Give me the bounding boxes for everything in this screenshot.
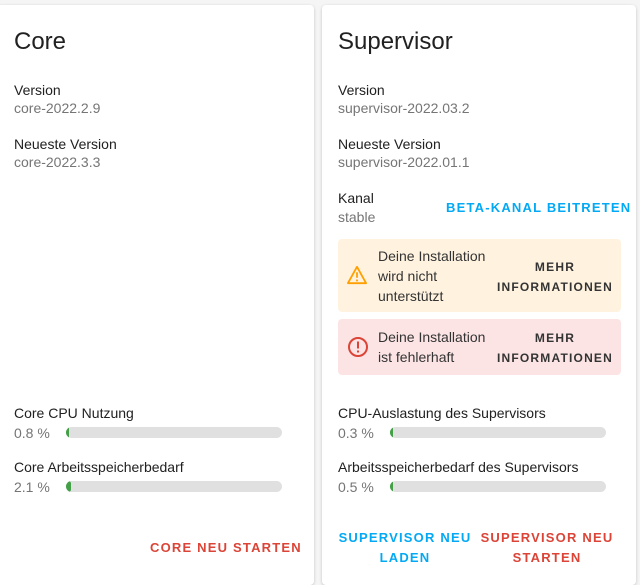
unhealthy-text: Deine Installation ist fehlerhaft xyxy=(378,329,486,365)
core-latest-label: Neueste Version xyxy=(14,136,117,152)
unhealthy-more-info-button[interactable]: MEHR INFORMATIONEN xyxy=(488,328,622,368)
supervisor-mem-label: Arbeitsspeicherbedarf des Supervisors xyxy=(338,459,579,475)
supervisor-reload-button[interactable]: SUPERVISOR NEU LADEN xyxy=(338,528,472,568)
supervisor-cpu-value: 0.3 % xyxy=(338,425,374,441)
join-beta-button[interactable]: BETA-KANAL BEITRETEN xyxy=(446,198,630,218)
core-title: Core xyxy=(14,28,67,55)
supervisor-mem-bar xyxy=(390,481,606,492)
error-icon xyxy=(348,337,368,357)
supervisor-cpu-label: CPU-Auslastung des Supervisors xyxy=(338,405,546,421)
core-restart-button[interactable]: CORE NEU STARTEN xyxy=(150,538,301,558)
supervisor-version-label: Version xyxy=(338,82,385,98)
warning-icon xyxy=(346,265,367,285)
core-mem-value: 2.1 % xyxy=(14,479,50,495)
core-cpu-bar xyxy=(66,427,282,438)
unsupported-more-info-button[interactable]: MEHR INFORMATIONEN xyxy=(488,257,622,297)
supervisor-restart-button[interactable]: SUPERVISOR NEU STARTEN xyxy=(480,528,614,568)
core-cpu-value: 0.8 % xyxy=(14,425,50,441)
unhealthy-alert: Deine Installation ist fehlerhaft MEHR INF… xyxy=(338,319,621,375)
supervisor-cpu-bar xyxy=(390,427,606,438)
core-version: core-2022.2.9 xyxy=(14,100,101,116)
core-version-label: Version xyxy=(14,82,61,98)
supervisor-title: Supervisor xyxy=(338,28,453,55)
core-mem-bar xyxy=(66,481,282,492)
supervisor-version: supervisor-2022.03.2 xyxy=(338,100,470,116)
channel-label: Kanal xyxy=(338,190,374,206)
supervisor-latest: supervisor-2022.01.1 xyxy=(338,154,470,170)
unsupported-text: Deine Installation wird nicht unterstützt xyxy=(378,248,486,304)
supervisor-latest-label: Neueste Version xyxy=(338,136,441,152)
unsupported-alert: Deine Installation wird nicht unterstützt … xyxy=(338,239,621,312)
core-mem-label: Core Arbeitsspeicherbedarf xyxy=(14,459,184,475)
core-latest: core-2022.3.3 xyxy=(14,154,101,170)
core-mem-fill xyxy=(66,481,71,492)
supervisor-mem-value: 0.5 % xyxy=(338,479,374,495)
core-cpu-label: Core CPU Nutzung xyxy=(14,405,134,421)
channel-value: stable xyxy=(338,209,376,225)
